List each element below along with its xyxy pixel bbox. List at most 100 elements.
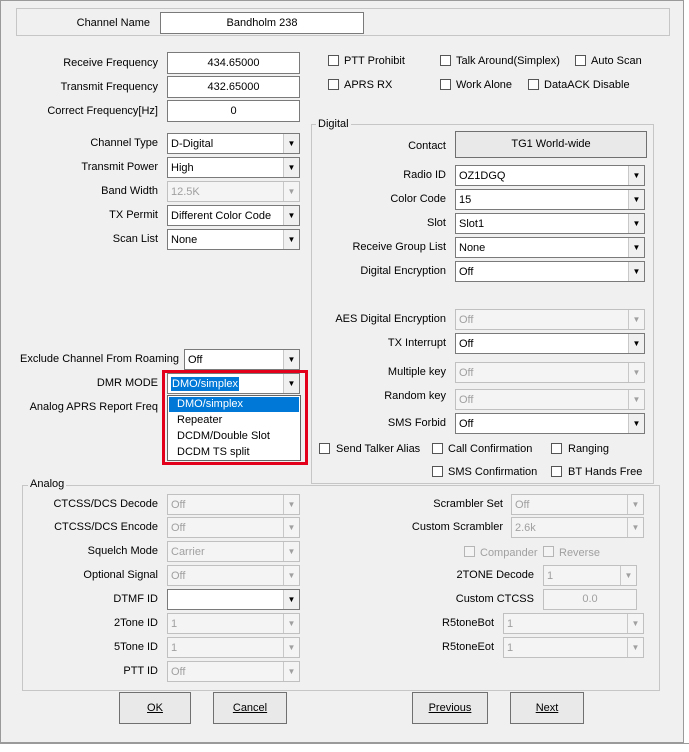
work-alone-checkbox[interactable] — [440, 79, 451, 90]
compander-label: Compander — [480, 547, 538, 559]
transmit-frequency-input[interactable]: 432.65000 — [167, 76, 300, 98]
chevron-down-icon: ▼ — [283, 614, 299, 633]
receive-frequency-label: Receive Frequency — [63, 57, 158, 69]
ptt-id-label: PTT ID — [123, 665, 158, 677]
multiple-key-select: Off ▼ — [455, 362, 645, 383]
reverse-checkbox — [543, 546, 554, 557]
random-key-value: Off — [459, 394, 474, 406]
annotation-highlight-box — [162, 370, 308, 465]
dataack-disable-checkbox[interactable] — [528, 79, 539, 90]
custom-ctcss-input: 0.0 — [543, 589, 637, 610]
digital-encryption-value: Off — [459, 266, 474, 278]
chevron-down-icon: ▼ — [628, 363, 644, 382]
dtmf-id-select[interactable]: ▼ — [167, 589, 300, 610]
two-tone-decode-value: 1 — [547, 570, 554, 582]
slot-select[interactable]: Slot1 ▼ — [455, 213, 645, 234]
tx-permit-select[interactable]: Different Color Code ▼ — [167, 205, 300, 226]
random-key-select: Off ▼ — [455, 389, 645, 410]
band-width-select: 12.5K ▼ — [167, 181, 300, 202]
tx-permit-label: TX Permit — [109, 209, 158, 221]
five-tone-id-label: 5Tone ID — [113, 641, 158, 653]
send-talker-alias-checkbox[interactable] — [319, 443, 330, 454]
right-edge-strip — [683, 0, 689, 751]
call-confirmation-checkbox[interactable] — [432, 443, 443, 454]
next-button-label: Next — [535, 702, 559, 714]
digital-encryption-select[interactable]: Off ▼ — [455, 261, 645, 282]
tx-interrupt-select[interactable]: Off ▼ — [455, 333, 645, 354]
transmit-power-select[interactable]: High ▼ — [167, 157, 300, 178]
receive-frequency-input[interactable]: 434.65000 — [167, 52, 300, 74]
previous-button-label: Previous — [428, 702, 472, 714]
bt-hands-free-label: BT Hands Free — [568, 466, 643, 478]
optional-signal-select: Off ▼ — [167, 565, 300, 586]
send-talker-alias-label: Send Talker Alias — [336, 443, 421, 455]
band-width-label: Band Width — [101, 185, 158, 197]
sms-forbid-select[interactable]: Off ▼ — [455, 413, 645, 434]
ok-button[interactable]: OK — [119, 692, 191, 724]
color-code-select[interactable]: 15 ▼ — [455, 189, 645, 210]
dataack-disable-label: DataACK Disable — [544, 79, 630, 91]
cancel-button[interactable]: Cancel — [213, 692, 287, 724]
analog-group-title: Analog — [28, 478, 67, 490]
exclude-roaming-label: Exclude Channel From Roaming — [20, 353, 179, 365]
ptt-prohibit-checkbox[interactable] — [328, 55, 339, 66]
correct-frequency-input[interactable]: 0 — [167, 100, 300, 122]
scrambler-set-label: Scrambler Set — [433, 498, 503, 510]
color-code-value: 15 — [459, 194, 472, 206]
sms-forbid-value: Off — [459, 418, 474, 430]
ranging-label: Ranging — [568, 443, 609, 455]
custom-ctcss-label: Custom CTCSS — [455, 593, 534, 605]
reverse-label: Reverse — [559, 547, 600, 559]
chevron-down-icon: ▼ — [627, 518, 643, 537]
optional-signal-label: Optional Signal — [83, 569, 158, 581]
chevron-down-icon: ▼ — [283, 590, 299, 609]
receive-group-list-select[interactable]: None ▼ — [455, 237, 645, 258]
correct-frequency-label: Correct Frequency[Hz] — [47, 105, 158, 117]
custom-scrambler-label: Custom Scrambler — [411, 521, 503, 533]
slot-value: Slot1 — [459, 218, 485, 230]
ctcss-encode-value: Off — [171, 522, 186, 534]
dtmf-id-label: DTMF ID — [113, 593, 158, 605]
channel-name-input[interactable]: Bandholm 238 — [160, 12, 364, 34]
exclude-roaming-value: Off — [188, 354, 203, 366]
transmit-power-label: Transmit Power — [81, 161, 158, 173]
channel-type-select[interactable]: D-Digital ▼ — [167, 133, 300, 154]
scan-list-select[interactable]: None ▼ — [167, 229, 300, 250]
ranging-checkbox[interactable] — [551, 443, 562, 454]
chevron-down-icon: ▼ — [627, 495, 643, 514]
radio-id-label: Radio ID — [403, 169, 446, 181]
work-alone-label: Work Alone — [456, 79, 513, 91]
radio-id-select[interactable]: OZ1DGQ ▼ — [455, 165, 645, 186]
transmit-frequency-label: Transmit Frequency — [60, 81, 158, 93]
r5-tone-eot-label: R5toneEot — [442, 641, 494, 653]
scan-list-value: None — [171, 234, 198, 246]
sms-confirmation-checkbox[interactable] — [432, 466, 443, 477]
contact-button[interactable]: TG1 World-wide — [455, 131, 647, 158]
chevron-down-icon: ▼ — [283, 662, 299, 681]
aprs-rx-checkbox[interactable] — [328, 79, 339, 90]
exclude-roaming-select[interactable]: Off ▼ — [184, 349, 300, 370]
chevron-down-icon: ▼ — [283, 350, 299, 369]
chevron-down-icon: ▼ — [283, 542, 299, 561]
talk-around-checkbox[interactable] — [440, 55, 451, 66]
two-tone-decode-label: 2TONE Decode — [456, 569, 534, 581]
tx-interrupt-label: TX Interrupt — [387, 337, 446, 349]
auto-scan-checkbox[interactable] — [575, 55, 586, 66]
chevron-down-icon: ▼ — [283, 206, 299, 225]
channel-type-label: Channel Type — [90, 137, 158, 149]
analog-aprs-report-label: Analog APRS Report Freq — [29, 401, 158, 413]
bt-hands-free-checkbox[interactable] — [551, 466, 562, 477]
tx-permit-value: Different Color Code — [171, 210, 272, 222]
digital-encryption-label: Digital Encryption — [360, 265, 446, 277]
ctcss-encode-select: Off ▼ — [167, 517, 300, 538]
two-tone-id-select: 1 ▼ — [167, 613, 300, 634]
sms-confirmation-label: SMS Confirmation — [448, 466, 538, 478]
next-button[interactable]: Next — [510, 692, 584, 724]
band-width-value: 12.5K — [171, 186, 200, 198]
analog-group — [22, 485, 660, 691]
chevron-down-icon: ▼ — [283, 566, 299, 585]
previous-button[interactable]: Previous — [412, 692, 488, 724]
ok-button-label: OK — [147, 702, 163, 714]
chevron-down-icon: ▼ — [627, 638, 643, 657]
tx-interrupt-value: Off — [459, 338, 474, 350]
